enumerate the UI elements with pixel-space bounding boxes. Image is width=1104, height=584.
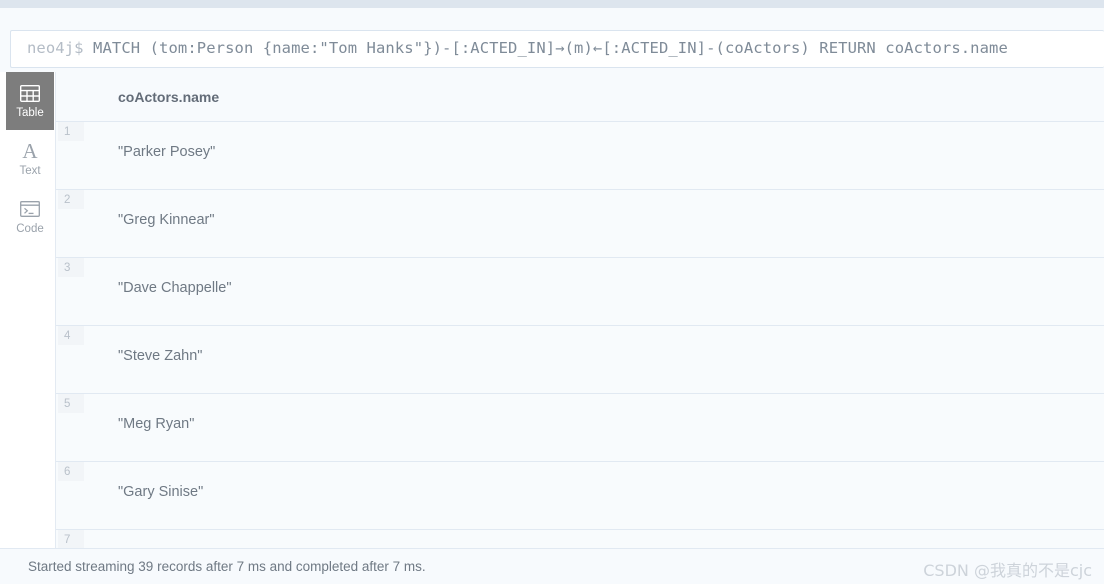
sidebar-item-code-label: Code <box>16 223 44 236</box>
cell-coactors-name: "Steve Zahn" <box>118 348 203 364</box>
query-editor-region: neo4j$ MATCH (tom:Person {name:"Tom Hank… <box>0 8 1104 72</box>
table-icon <box>20 82 40 104</box>
row-number: 4 <box>58 326 84 345</box>
table-row[interactable]: 6 "Gary Sinise" <box>56 462 1104 530</box>
column-header-coactors-name: coActors.name <box>118 89 220 105</box>
row-number: 1 <box>58 122 84 141</box>
top-accent-strip <box>0 0 1104 8</box>
status-bar: Started streaming 39 records after 7 ms … <box>0 548 1104 584</box>
row-number: 5 <box>58 394 84 413</box>
status-message: Started streaming 39 records after 7 ms … <box>28 559 426 574</box>
sidebar-item-text[interactable]: A Text <box>6 130 54 188</box>
sidebar-item-table[interactable]: Table <box>6 72 54 130</box>
table-row[interactable]: 3 "Dave Chappelle" <box>56 258 1104 326</box>
row-number: 7 <box>58 530 84 548</box>
sidebar-item-table-label: Table <box>16 107 44 120</box>
sidebar-item-text-label: Text <box>19 165 41 178</box>
table-row[interactable]: 2 "Greg Kinnear" <box>56 190 1104 258</box>
row-number: 3 <box>58 258 84 277</box>
cell-coactors-name: "Gary Sinise" <box>118 484 204 500</box>
table-row[interactable]: 1 "Parker Posey" <box>56 122 1104 190</box>
table-row[interactable]: 5 "Meg Ryan" <box>56 394 1104 462</box>
table-header-row: coActors.name <box>56 72 1104 122</box>
results-table[interactable]: coActors.name 1 "Parker Posey" 2 "Greg K… <box>56 72 1104 548</box>
table-row[interactable]: 4 "Steve Zahn" <box>56 326 1104 394</box>
query-line: neo4j$ MATCH (tom:Person {name:"Tom Hank… <box>27 39 1008 57</box>
query-input[interactable]: neo4j$ MATCH (tom:Person {name:"Tom Hank… <box>10 30 1104 68</box>
table-row[interactable]: 7 <box>56 530 1104 548</box>
query-text: MATCH (tom:Person {name:"Tom Hanks"})-[:… <box>93 39 1008 57</box>
sidebar-item-code[interactable]: Code <box>6 188 54 246</box>
cell-coactors-name: "Parker Posey" <box>118 144 216 160</box>
cell-coactors-name: "Dave Chappelle" <box>118 280 232 296</box>
cell-coactors-name: "Meg Ryan" <box>118 416 195 432</box>
row-number: 2 <box>58 190 84 209</box>
cell-coactors-name: "Greg Kinnear" <box>118 212 215 228</box>
results-view-sidebar: Table A Text Code <box>0 72 56 548</box>
code-terminal-icon <box>20 198 40 220</box>
row-number: 6 <box>58 462 84 481</box>
text-a-icon: A <box>22 138 38 163</box>
neo4j-prompt-label: neo4j$ <box>27 39 84 57</box>
csdn-watermark: CSDN @我真的不是cjc <box>923 561 1092 580</box>
